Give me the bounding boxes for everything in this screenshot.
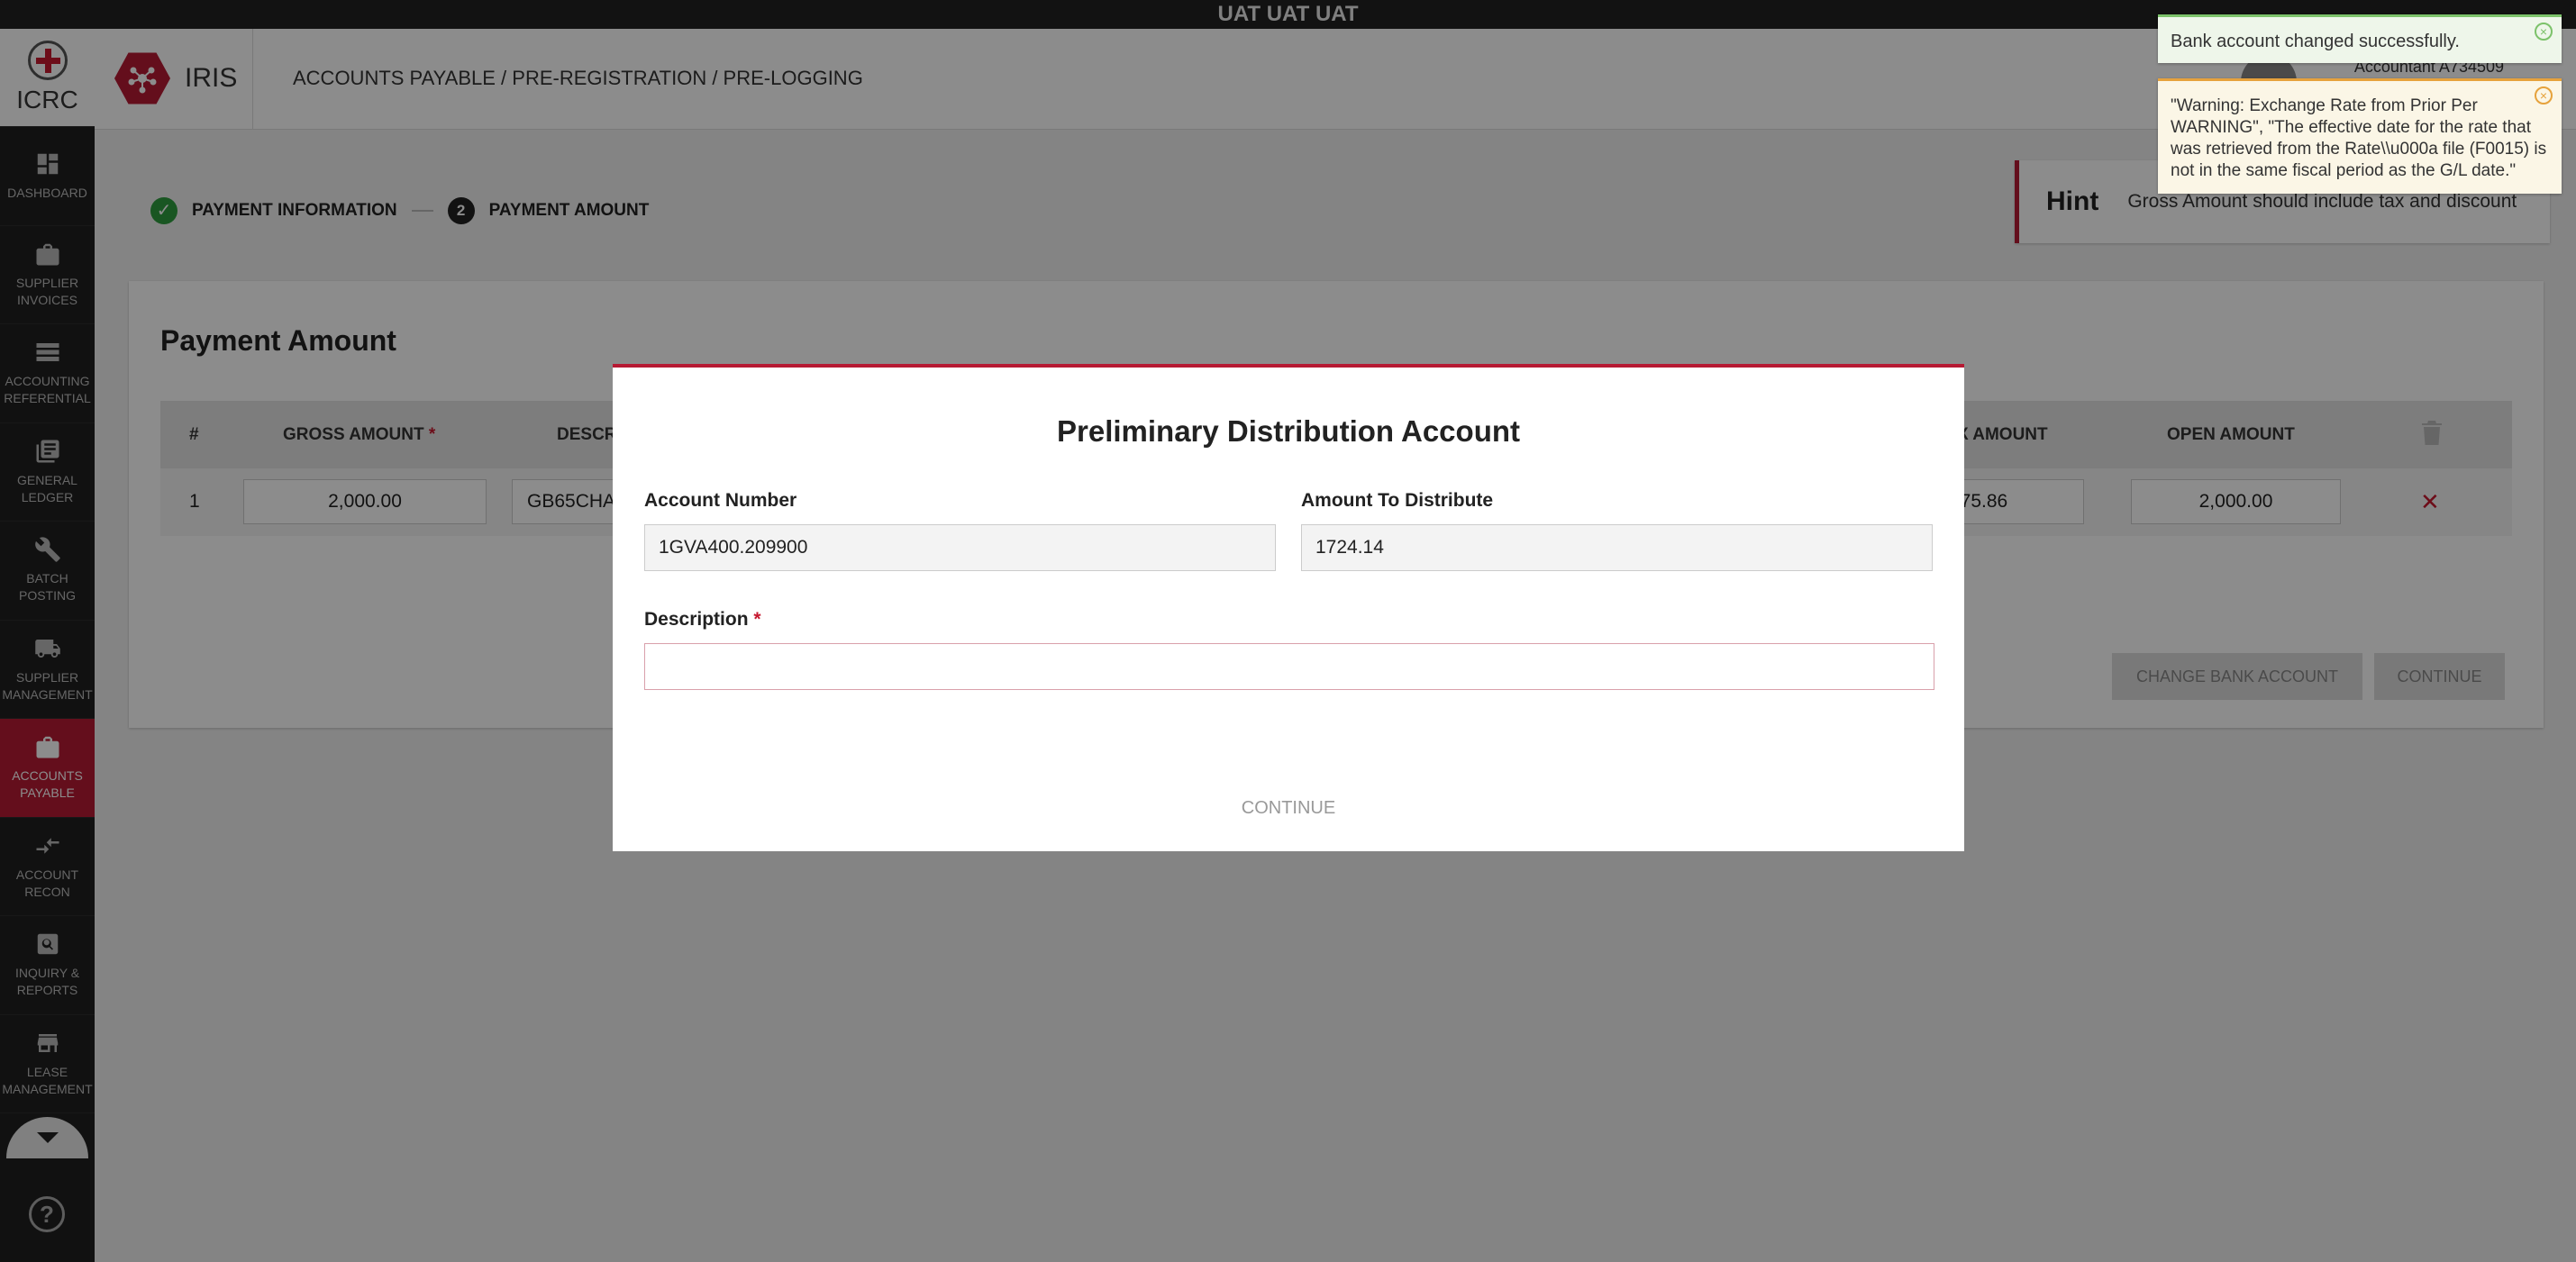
- modal-title: Preliminary Distribution Account: [1056, 414, 1520, 448]
- description-label: Description *: [644, 609, 761, 631]
- warning-toast: "Warning: Exchange Rate from Prior Per W…: [2158, 78, 2562, 194]
- close-icon[interactable]: ×: [2535, 86, 2553, 104]
- warning-toast-text: "Warning: Exchange Rate from Prior Per W…: [2171, 96, 2547, 180]
- success-toast-text: Bank account changed successfully.: [2171, 32, 2460, 51]
- account-number-label: Account Number: [644, 490, 797, 511]
- amount-to-distribute-label: Amount To Distribute: [1301, 490, 1494, 511]
- preliminary-distribution-modal: Preliminary Distribution Account Account…: [613, 364, 1964, 851]
- description-field[interactable]: [644, 643, 1934, 690]
- amount-to-distribute-field[interactable]: 1724.14: [1301, 524, 1933, 571]
- description-label-text: Description: [644, 609, 749, 630]
- close-icon[interactable]: ×: [2535, 23, 2553, 41]
- success-toast: Bank account changed successfully. ×: [2158, 14, 2562, 63]
- required-marker: *: [753, 609, 761, 630]
- modal-continue-button[interactable]: CONTINUE: [613, 798, 1964, 819]
- account-number-field[interactable]: 1GVA400.209900: [644, 524, 1276, 571]
